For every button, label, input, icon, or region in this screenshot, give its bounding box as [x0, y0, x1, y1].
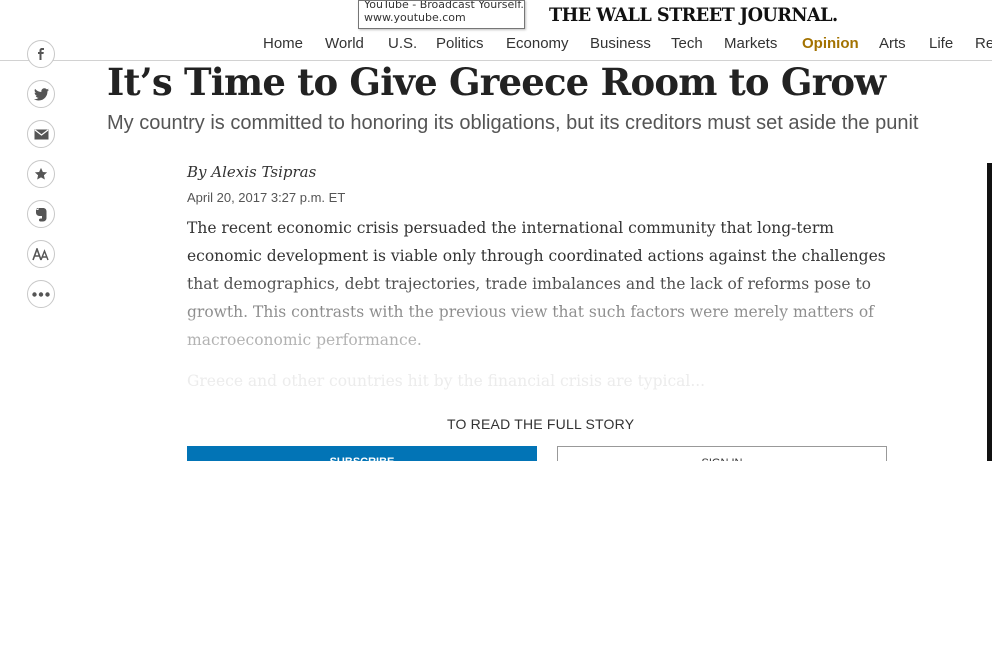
nav-item-us[interactable]: U.S. — [388, 35, 417, 52]
nav-item-real-estate[interactable]: Re — [975, 35, 992, 52]
text-size-icon — [32, 247, 50, 261]
nav-item-arts[interactable]: Arts — [879, 35, 906, 52]
evernote-icon — [35, 207, 48, 222]
subscribe-button[interactable]: SUBSCRIBE — [187, 446, 537, 461]
nav-item-world[interactable]: World — [325, 35, 364, 52]
nav-item-markets[interactable]: Markets — [724, 35, 777, 52]
nav-item-home[interactable]: Home — [263, 35, 303, 52]
nav-item-life[interactable]: Life — [929, 35, 953, 52]
nav-item-tech[interactable]: Tech — [671, 35, 703, 52]
wsj-logo[interactable]: THE WALL STREET JOURNAL. — [549, 4, 838, 26]
link-tooltip: YouTube - Broadcast Yourself. www.youtub… — [358, 0, 525, 29]
nav-item-business[interactable]: Business — [590, 35, 651, 52]
text-size-button[interactable] — [27, 240, 55, 268]
share-twitter-button[interactable] — [27, 80, 55, 108]
article-dek: My country is committed to honoring its … — [107, 112, 919, 134]
tooltip-title: YouTube - Broadcast Yourself. — [364, 0, 524, 11]
nav-item-economy[interactable]: Economy — [506, 35, 569, 52]
tooltip-url: www.youtube.com — [364, 11, 466, 24]
article-headline: It’s Time to Give Greece Room to Grow — [107, 60, 886, 104]
article-byline[interactable]: By Alexis Tsipras — [187, 163, 316, 181]
more-icon — [32, 291, 50, 297]
adjacent-panel-edge — [987, 163, 992, 461]
share-evernote-button[interactable] — [27, 200, 55, 228]
nav-item-opinion[interactable]: Opinion — [802, 35, 859, 52]
browser-viewport: THE WALL STREET JOURNAL. Home World U.S.… — [0, 0, 992, 461]
sign-in-button[interactable]: SIGN IN — [557, 446, 887, 461]
email-icon — [34, 129, 49, 140]
facebook-icon — [35, 48, 47, 60]
nav-item-politics[interactable]: Politics — [436, 35, 484, 52]
star-icon — [34, 167, 48, 181]
article-timestamp: April 20, 2017 3:27 p.m. ET — [187, 190, 346, 205]
article-teaser-paragraph: Greece and other countries hit by the fi… — [187, 372, 706, 390]
more-options-button[interactable] — [27, 280, 55, 308]
paywall-prompt: TO READ THE FULL STORY — [447, 416, 635, 432]
article-paragraph: The recent economic crisis persuaded the… — [187, 219, 886, 349]
share-facebook-button[interactable] — [27, 40, 55, 68]
save-article-button[interactable] — [27, 160, 55, 188]
twitter-icon — [33, 87, 49, 101]
share-email-button[interactable] — [27, 120, 55, 148]
